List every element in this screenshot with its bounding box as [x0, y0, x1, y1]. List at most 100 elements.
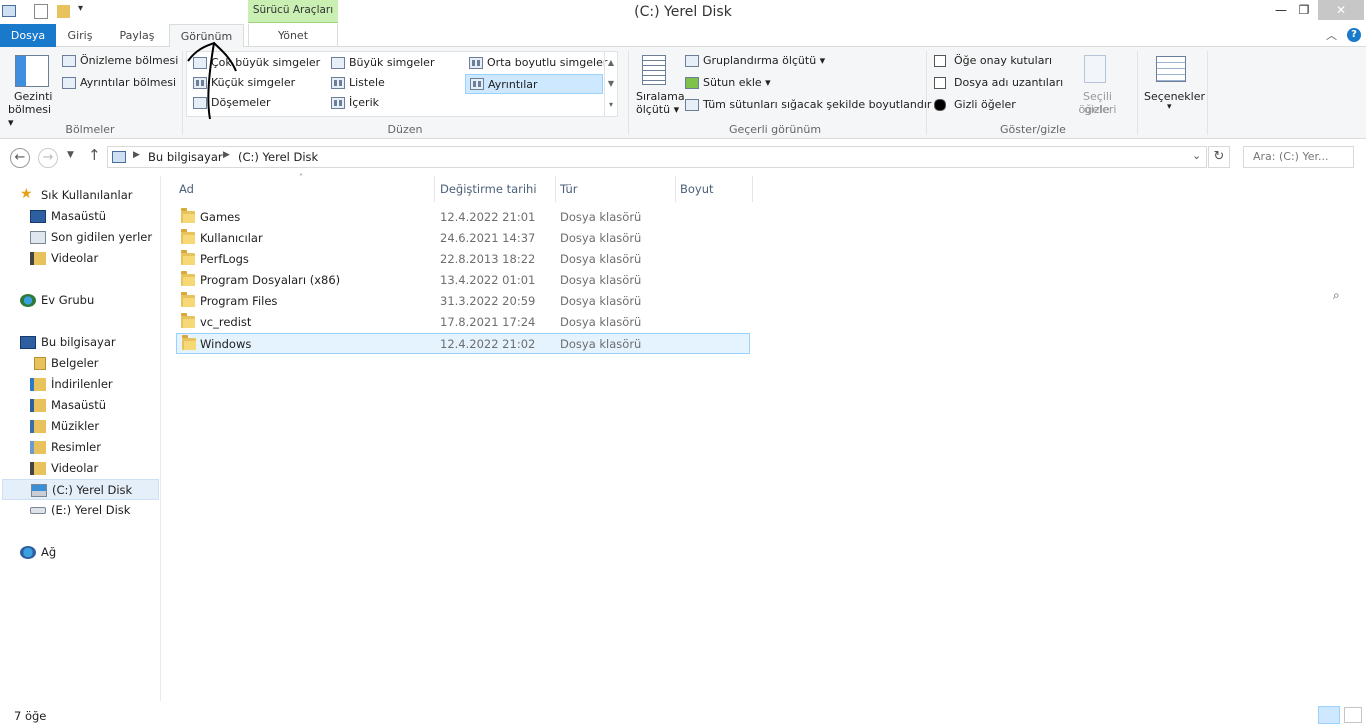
- nav-desktop-2[interactable]: Masaüstü: [0, 395, 159, 416]
- details-pane-button[interactable]: Ayrıntılar bölmesi: [62, 76, 176, 89]
- group-by-icon: [685, 54, 699, 67]
- folder-icon: [181, 292, 195, 307]
- window-title: (C:) Yerel Disk: [634, 4, 732, 20]
- back-button[interactable]: ←: [10, 148, 30, 168]
- navigation-pane-button[interactable]: Gezinti bölmesi ▾: [8, 53, 58, 129]
- list-icon: [331, 76, 345, 89]
- layout-label: İçerik: [349, 96, 380, 109]
- file-row[interactable]: vc_redist 17.8.2021 17:24 Dosya klasörü: [176, 312, 750, 333]
- hide-selected-icon: [1084, 55, 1106, 83]
- nav-desktop[interactable]: Masaüstü: [0, 206, 159, 227]
- nav-pictures[interactable]: Resimler: [0, 437, 159, 458]
- size-all-columns-button[interactable]: Tüm sütunları sığacak şekilde boyutlandı…: [685, 98, 931, 111]
- nav-downloads[interactable]: İndirilenler: [0, 374, 159, 395]
- nav-documents[interactable]: Belgeler: [0, 353, 159, 374]
- breadcrumb-separator: ▶: [223, 150, 230, 160]
- file-date: 17.8.2021 17:24: [440, 315, 536, 329]
- content-icon: [331, 96, 345, 109]
- file-row[interactable]: Program Dosyaları (x86) 13.4.2022 01:01 Do…: [176, 270, 750, 291]
- hidden-items-toggle[interactable]: Gizli öğeler: [934, 98, 1016, 111]
- refresh-button[interactable]: ↻: [1208, 146, 1230, 168]
- large-icons-view-icon[interactable]: [1344, 707, 1362, 723]
- nav-e-drive[interactable]: (E:) Yerel Disk: [0, 500, 159, 521]
- nav-label: Son gidilen yerler: [51, 230, 153, 244]
- tab-share[interactable]: Paylaş: [108, 24, 166, 47]
- computer-icon[interactable]: [2, 5, 16, 17]
- checkbox-checked[interactable]: [934, 98, 946, 111]
- hide-selected-button[interactable]: Seçili öğeleri gizle: [1060, 55, 1132, 117]
- file-row[interactable]: PerfLogs 22.8.2013 18:22 Dosya klasörü: [176, 249, 750, 270]
- new-folder-icon[interactable]: [57, 5, 70, 18]
- file-row[interactable]: Games 12.4.2022 21:01 Dosya klasörü: [176, 207, 750, 228]
- options-button[interactable]: Seçenekler ▾: [1142, 55, 1205, 117]
- item-count: 7 öğe: [14, 709, 47, 723]
- tab-home[interactable]: Giriş: [56, 24, 104, 47]
- nav-recent-places[interactable]: Son gidilen yerler: [0, 227, 159, 248]
- file-name: Windows: [200, 337, 252, 351]
- address-bar[interactable]: ▶ Bu bilgisayar ▶ (C:) Yerel Disk ⌄: [107, 146, 1207, 168]
- desktop-icon: [30, 210, 46, 223]
- address-history-chevron-down-icon[interactable]: ⌄: [1192, 149, 1201, 162]
- properties-icon[interactable]: [34, 4, 48, 19]
- breadcrumb-this-pc[interactable]: Bu bilgisayar: [148, 150, 223, 164]
- nav-this-pc[interactable]: Bu bilgisayar: [0, 332, 159, 353]
- ribbon: Gezinti bölmesi ▾ Önizleme bölmesi Ayrın…: [0, 41, 1366, 139]
- checkbox[interactable]: [934, 76, 946, 89]
- forward-button[interactable]: →: [38, 148, 58, 168]
- layout-large-icons[interactable]: Büyük simgeler: [331, 56, 434, 69]
- nav-videos[interactable]: Videolar: [0, 248, 159, 269]
- item-checkboxes-toggle[interactable]: Öğe onay kutuları: [934, 54, 1052, 67]
- sort-by-label-2: ölçütü ▾: [636, 103, 680, 116]
- nav-label: Videolar: [51, 461, 99, 475]
- column-header-date[interactable]: Değiştirme tarihi: [436, 176, 556, 202]
- search-input[interactable]: Ara: (C:) Yer...: [1243, 146, 1354, 168]
- recent-locations-chevron-down-icon[interactable]: ▼: [67, 150, 74, 160]
- breadcrumb-c-drive[interactable]: (C:) Yerel Disk: [238, 150, 318, 164]
- file-name: Kullanıcılar: [200, 231, 263, 245]
- layout-content[interactable]: İçerik: [331, 96, 379, 109]
- file-row-selected[interactable]: Windows 12.4.2022 21:02 Dosya klasörü: [176, 333, 750, 354]
- column-header-type[interactable]: Tür: [556, 176, 676, 202]
- tab-file[interactable]: Dosya: [0, 24, 56, 47]
- add-columns-button[interactable]: Sütun ekle ▾: [685, 76, 771, 89]
- nav-homegroup[interactable]: Ev Grubu: [0, 290, 159, 311]
- nav-videos-2[interactable]: Videolar: [0, 458, 159, 479]
- file-extensions-toggle[interactable]: Dosya adı uzantıları: [934, 76, 1063, 89]
- layout-details[interactable]: Ayrıntılar: [465, 74, 603, 94]
- sort-by-button[interactable]: Sıralama ölçütü ▾: [634, 55, 685, 119]
- nav-favorites[interactable]: ★ Sık Kullanılanlar: [0, 185, 159, 206]
- layout-medium-icons[interactable]: Orta boyutlu simgeler: [469, 56, 607, 69]
- qat-chevron-down-icon[interactable]: ▾: [78, 3, 83, 14]
- column-header-name[interactable]: Ad: [175, 176, 435, 202]
- gallery-scroll[interactable]: ▲ ▼ ▾: [604, 52, 617, 116]
- preview-pane-icon: [62, 54, 76, 67]
- group-by-label: Gruplandırma ölçütü ▾: [703, 54, 826, 67]
- file-name: Program Files: [200, 294, 278, 308]
- layout-label: Ayrıntılar: [488, 77, 538, 91]
- group-label-show-hide: Göster/gizle: [1000, 123, 1066, 136]
- ribbon-collapse-icon[interactable]: ︿: [1326, 27, 1337, 43]
- up-button[interactable]: ↑: [88, 146, 101, 164]
- layout-list[interactable]: Listele: [331, 76, 385, 89]
- close-button[interactable]: ✕: [1318, 0, 1364, 20]
- nav-label: (E:) Yerel Disk: [51, 503, 131, 517]
- context-tab-header: Sürücü Araçları: [248, 0, 338, 23]
- folder-icon: [181, 313, 195, 328]
- checkbox[interactable]: [934, 54, 946, 67]
- column-header-size[interactable]: Boyut: [676, 176, 753, 202]
- nav-music[interactable]: Müzikler: [0, 416, 159, 437]
- details-view-icon[interactable]: [1318, 706, 1340, 724]
- file-row[interactable]: Program Files 31.3.2022 20:59 Dosya klasör…: [176, 291, 750, 312]
- file-row[interactable]: Kullanıcılar 24.6.2021 14:37 Dosya klasörü: [176, 228, 750, 249]
- tab-manage[interactable]: Yönet: [248, 24, 338, 47]
- nav-c-drive[interactable]: (C:) Yerel Disk: [2, 479, 159, 500]
- group-by-button[interactable]: Gruplandırma ölçütü ▾: [685, 54, 825, 67]
- videos-icon: [30, 252, 46, 265]
- recent-places-icon: [30, 231, 46, 244]
- help-icon[interactable]: ?: [1347, 28, 1361, 42]
- folder-icon: [181, 250, 195, 265]
- preview-pane-button[interactable]: Önizleme bölmesi: [62, 54, 178, 67]
- computer-icon: [112, 151, 126, 163]
- nav-label: Müzikler: [51, 419, 100, 433]
- nav-network[interactable]: Ağ: [0, 542, 159, 563]
